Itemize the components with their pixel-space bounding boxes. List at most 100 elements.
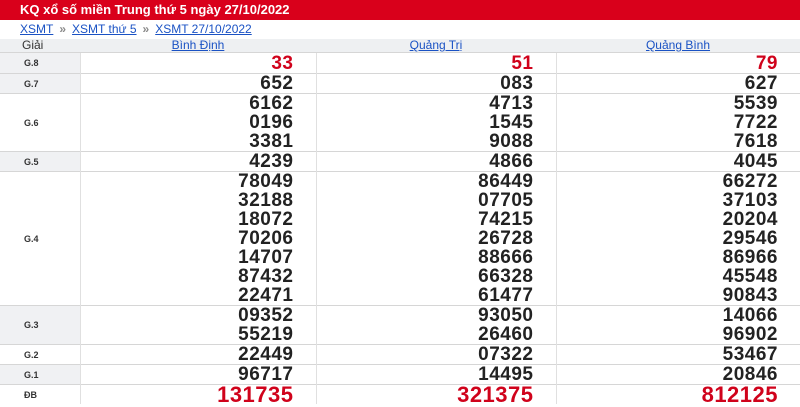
- prize-label: G.3: [0, 306, 80, 345]
- results-table: Giải Bình Định Quảng Trị Quảng Bình G.83…: [0, 39, 800, 404]
- breadcrumb-separator: »: [143, 22, 150, 36]
- prize-number: 88666: [317, 248, 556, 267]
- prize-cell: 652: [80, 74, 316, 94]
- prize-cell: 22449: [80, 345, 316, 365]
- prize-number: 29546: [557, 229, 800, 248]
- prize-row: G.3093525521993050264601406696902: [0, 306, 800, 345]
- breadcrumb: XSMT » XSMT thứ 5 » XSMT 27/10/2022: [0, 20, 800, 39]
- prize-number: 0196: [81, 113, 316, 132]
- prize-number: 79: [557, 54, 800, 73]
- prize-cell: 131735: [80, 385, 316, 405]
- prize-label: G.8: [0, 53, 80, 74]
- prize-number: 51: [317, 54, 556, 73]
- prize-label: G.2: [0, 345, 80, 365]
- prize-number: 26460: [317, 325, 556, 344]
- prize-label: G.7: [0, 74, 80, 94]
- prize-number: 90843: [557, 286, 800, 305]
- breadcrumb-link-thu5[interactable]: XSMT thứ 5: [72, 22, 137, 36]
- prize-column-header: Giải: [0, 39, 80, 53]
- prize-table-body: G.8335179G.7652083627G.66162019633814713…: [0, 53, 800, 405]
- prize-cell: 321375: [316, 385, 556, 405]
- breadcrumb-separator: »: [59, 22, 66, 36]
- prize-cell: 1406696902: [556, 306, 800, 345]
- prize-number: 26728: [317, 229, 556, 248]
- prize-number: 131735: [81, 385, 316, 404]
- prize-number: 14066: [557, 306, 800, 325]
- province-link-binh-dinh[interactable]: Bình Định: [172, 38, 225, 52]
- prize-number: 07705: [317, 191, 556, 210]
- prize-number: 96902: [557, 325, 800, 344]
- province-header: Quảng Trị: [316, 39, 556, 53]
- prize-number: 53467: [557, 345, 800, 364]
- prize-number: 20204: [557, 210, 800, 229]
- prize-label: G.4: [0, 172, 80, 306]
- prize-number: 33: [81, 54, 316, 73]
- prize-number: 7722: [557, 113, 800, 132]
- prize-number: 9088: [317, 132, 556, 151]
- page-title: KQ xổ số miền Trung thứ 5 ngày 27/10/202…: [0, 0, 800, 20]
- prize-number: 321375: [317, 385, 556, 404]
- prize-number: 74215: [317, 210, 556, 229]
- prize-number: 083: [317, 74, 556, 93]
- prize-number: 22471: [81, 286, 316, 305]
- prize-number: 37103: [557, 191, 800, 210]
- prize-cell: 07322: [316, 345, 556, 365]
- prize-label: G.6: [0, 94, 80, 152]
- prize-cell: 627: [556, 74, 800, 94]
- prize-label: ĐB: [0, 385, 80, 405]
- prize-cell: 812125: [556, 385, 800, 405]
- prize-cell: 471315459088: [316, 94, 556, 152]
- prize-cell: 86449077057421526728886666632861477: [316, 172, 556, 306]
- prize-number: 61477: [317, 286, 556, 305]
- prize-cell: 4045: [556, 152, 800, 172]
- prize-row: G.6616201963381471315459088553977227618: [0, 94, 800, 152]
- prize-cell: 9305026460: [316, 306, 556, 345]
- prize-number: 4045: [557, 152, 800, 171]
- prize-row: G.1967171449520846: [0, 365, 800, 385]
- prize-cell: 616201963381: [80, 94, 316, 152]
- prize-number: 66272: [557, 172, 800, 191]
- prize-number: 78049: [81, 172, 316, 191]
- prize-number: 55219: [81, 325, 316, 344]
- prize-number: 87432: [81, 267, 316, 286]
- prize-number: 66328: [317, 267, 556, 286]
- prize-number: 07322: [317, 345, 556, 364]
- prize-number: 6162: [81, 94, 316, 113]
- prize-cell: 78049321881807270206147078743222471: [80, 172, 316, 306]
- table-header-row: Giải Bình Định Quảng Trị Quảng Bình: [0, 39, 800, 53]
- breadcrumb-link-date[interactable]: XSMT 27/10/2022: [155, 22, 252, 36]
- province-header: Quảng Bình: [556, 39, 800, 53]
- prize-number: 09352: [81, 306, 316, 325]
- breadcrumb-link-xsmt[interactable]: XSMT: [20, 22, 53, 36]
- prize-cell: 53467: [556, 345, 800, 365]
- prize-row: G.2224490732253467: [0, 345, 800, 365]
- prize-cell: 0935255219: [80, 306, 316, 345]
- prize-cell: 553977227618: [556, 94, 800, 152]
- prize-number: 4713: [317, 94, 556, 113]
- prize-number: 4239: [81, 152, 316, 171]
- prize-row: G.8335179: [0, 53, 800, 74]
- prize-number: 5539: [557, 94, 800, 113]
- prize-cell: 66272371032020429546869664554890843: [556, 172, 800, 306]
- province-link-quang-binh[interactable]: Quảng Bình: [646, 38, 710, 52]
- province-link-quang-tri[interactable]: Quảng Trị: [410, 38, 463, 52]
- prize-number: 627: [557, 74, 800, 93]
- prize-number: 93050: [317, 306, 556, 325]
- prize-cell: 33: [80, 53, 316, 74]
- prize-row: G.47804932188180727020614707874322247186…: [0, 172, 800, 306]
- prize-cell: 083: [316, 74, 556, 94]
- prize-number: 1545: [317, 113, 556, 132]
- prize-number: 45548: [557, 267, 800, 286]
- prize-number: 652: [81, 74, 316, 93]
- prize-cell: 4239: [80, 152, 316, 172]
- prize-cell: 51: [316, 53, 556, 74]
- prize-row: ĐB131735321375812125: [0, 385, 800, 405]
- prize-number: 18072: [81, 210, 316, 229]
- prize-number: 812125: [557, 385, 800, 404]
- prize-number: 32188: [81, 191, 316, 210]
- prize-label: G.1: [0, 365, 80, 385]
- prize-cell: 79: [556, 53, 800, 74]
- prize-number: 7618: [557, 132, 800, 151]
- prize-label: G.5: [0, 152, 80, 172]
- prize-number: 70206: [81, 229, 316, 248]
